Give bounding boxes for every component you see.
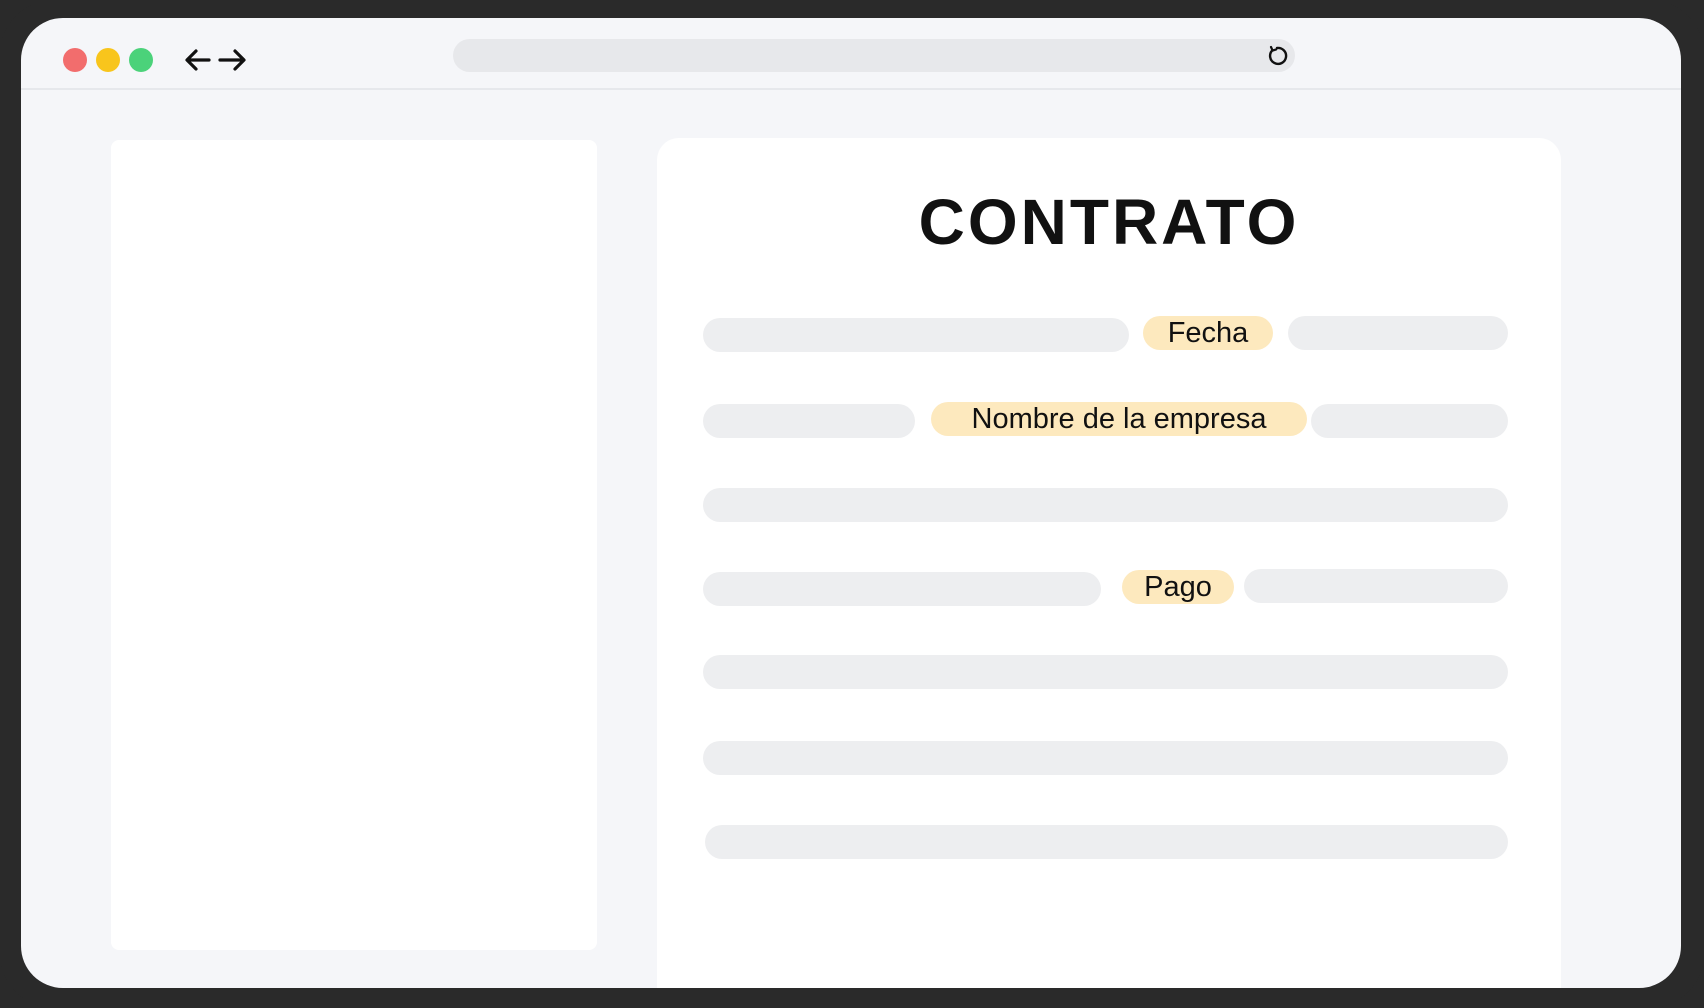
company-name-field[interactable]: Nombre de la empresa	[931, 402, 1307, 436]
text-line	[703, 655, 1508, 689]
payment-field[interactable]: Pago	[1122, 570, 1234, 604]
browser-window: CONTRATO Fecha Nombre de la empresa Pago	[21, 18, 1681, 988]
sidebar-panel	[111, 140, 597, 950]
close-button[interactable]	[63, 48, 87, 72]
text-line	[705, 825, 1508, 859]
text-line	[1311, 404, 1508, 438]
text-line	[703, 741, 1508, 775]
address-bar[interactable]	[453, 39, 1295, 72]
contract-document: CONTRATO Fecha Nombre de la empresa Pago	[657, 138, 1561, 988]
reload-icon[interactable]	[1265, 44, 1289, 68]
text-line	[703, 572, 1101, 606]
minimize-button[interactable]	[96, 48, 120, 72]
title-bar	[21, 18, 1681, 90]
text-line	[703, 488, 1508, 522]
arrow-left-icon[interactable]	[181, 46, 215, 74]
text-line	[703, 318, 1129, 352]
text-line	[1244, 569, 1508, 603]
text-line	[703, 404, 915, 438]
maximize-button[interactable]	[129, 48, 153, 72]
arrow-right-icon[interactable]	[216, 46, 250, 74]
device-frame: CONTRATO Fecha Nombre de la empresa Pago	[0, 0, 1704, 1008]
date-field[interactable]: Fecha	[1143, 316, 1273, 350]
document-title: CONTRATO	[918, 186, 1300, 258]
text-line	[1288, 316, 1508, 350]
